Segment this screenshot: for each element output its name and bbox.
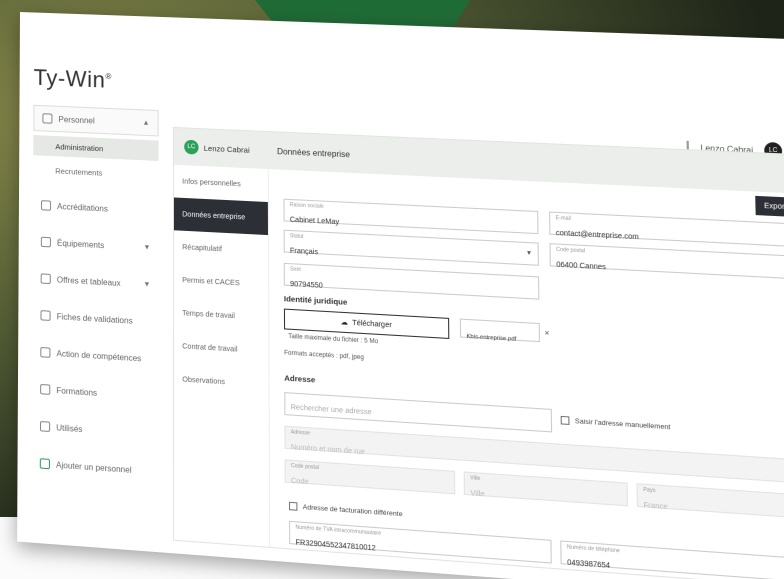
zip-field: Code postal Code: [284, 459, 456, 495]
phone-field[interactable]: Numéro de téléphone 0493987654: [560, 540, 784, 579]
upload-note-size: Taille maximale du fichier : 5 Mo: [288, 333, 379, 346]
upload-note-format: Formats acceptés : pdf, jpeg: [284, 350, 364, 362]
tab-infos[interactable]: Infos personnelles: [174, 165, 268, 202]
panel-tabs: Infos personnelles Données entreprise Ré…: [173, 164, 271, 547]
chevron-down-icon: ▼: [525, 250, 533, 258]
sidebar-item-competences[interactable]: Action de compétences: [32, 338, 158, 372]
detail-panel: LC Lenzo Cabrai Données entreprise Expor…: [172, 126, 784, 579]
share-icon: [39, 458, 50, 470]
chevron-down-icon: ▼: [143, 243, 151, 252]
sidebar-item-personnel[interactable]: Personnel ▲: [33, 104, 159, 137]
manual-address-checkbox[interactable]: Saisir l'adresse manuellement: [560, 415, 671, 432]
user-icon: [42, 113, 53, 124]
address-section-title: Adresse: [284, 373, 316, 385]
avatar: LC: [184, 139, 199, 155]
panel-title: Données entreprise: [277, 146, 350, 159]
identity-section-title: Identité juridique: [283, 293, 348, 307]
vat-number-field[interactable]: Numéro de TVA intracommunautaire FR329045…: [289, 520, 552, 564]
tab-temps[interactable]: Temps de travail: [174, 296, 268, 335]
arrows-icon: [39, 421, 51, 433]
file-chip: Kbis-entreprise.pdf: [459, 318, 540, 343]
sidebar-item-formations[interactable]: Formations: [32, 375, 159, 410]
tab-permis[interactable]: Permis et CACES: [174, 263, 268, 301]
sidebar: Personnel ▲ Administration Recrutements …: [32, 104, 159, 513]
address-search-input[interactable]: Rechercher une adresse: [284, 392, 553, 433]
list-icon: [40, 310, 51, 321]
company-name-field[interactable]: Raison sociale Cabinet LeMay: [283, 198, 539, 235]
remove-file-icon[interactable]: ✕: [544, 330, 550, 338]
sidebar-item-offres[interactable]: Offres et tableaux ▼: [33, 265, 159, 299]
billing-address-checkbox[interactable]: Adresse de facturation différente: [288, 501, 403, 519]
sidebar-subitem-administration[interactable]: Administration: [33, 135, 159, 161]
sidebar-item-utilises[interactable]: Utilisés: [32, 412, 159, 447]
sidebar-subitem-recrutements[interactable]: Recrutements: [33, 159, 159, 185]
city-field: Ville Ville: [463, 471, 629, 507]
tab-recap[interactable]: Récapitulatif: [174, 230, 268, 268]
clipboard-icon: [40, 346, 51, 358]
sidebar-item-accreditations[interactable]: Accréditations: [33, 192, 159, 225]
badge-icon: [40, 200, 52, 211]
tool-icon: [40, 236, 51, 248]
book-icon: [40, 383, 51, 395]
email-field[interactable]: E-mail contact@entreprise.com: [549, 211, 784, 248]
chevron-down-icon: ▼: [143, 280, 151, 289]
cloud-download-icon: ☁: [340, 319, 348, 327]
tab-observations[interactable]: Observations: [174, 362, 269, 401]
sidebar-item-ajouter[interactable]: Ajouter un personnel: [32, 449, 159, 485]
chevron-up-icon: ▲: [142, 119, 150, 127]
document-icon: [40, 273, 51, 285]
app-logo: Ty-Win®: [33, 64, 112, 93]
company-form: Raison sociale Cabinet LeMay E-mail contac…: [283, 198, 784, 579]
panel-user-chip: LC Lenzo Cabrai: [174, 139, 267, 157]
sidebar-item-equipements[interactable]: Équipements ▼: [33, 228, 159, 261]
sidebar-item-fiches[interactable]: Fiches de validations: [32, 301, 158, 335]
tab-donnees-entreprise[interactable]: Données entreprise: [173, 197, 268, 236]
export-button[interactable]: Exporter: [755, 195, 784, 218]
country-field: Pays France: [636, 483, 784, 519]
app-window: Ty-Win® Lenzo Cabrai LC Personnel ▲ Admi…: [17, 12, 784, 579]
